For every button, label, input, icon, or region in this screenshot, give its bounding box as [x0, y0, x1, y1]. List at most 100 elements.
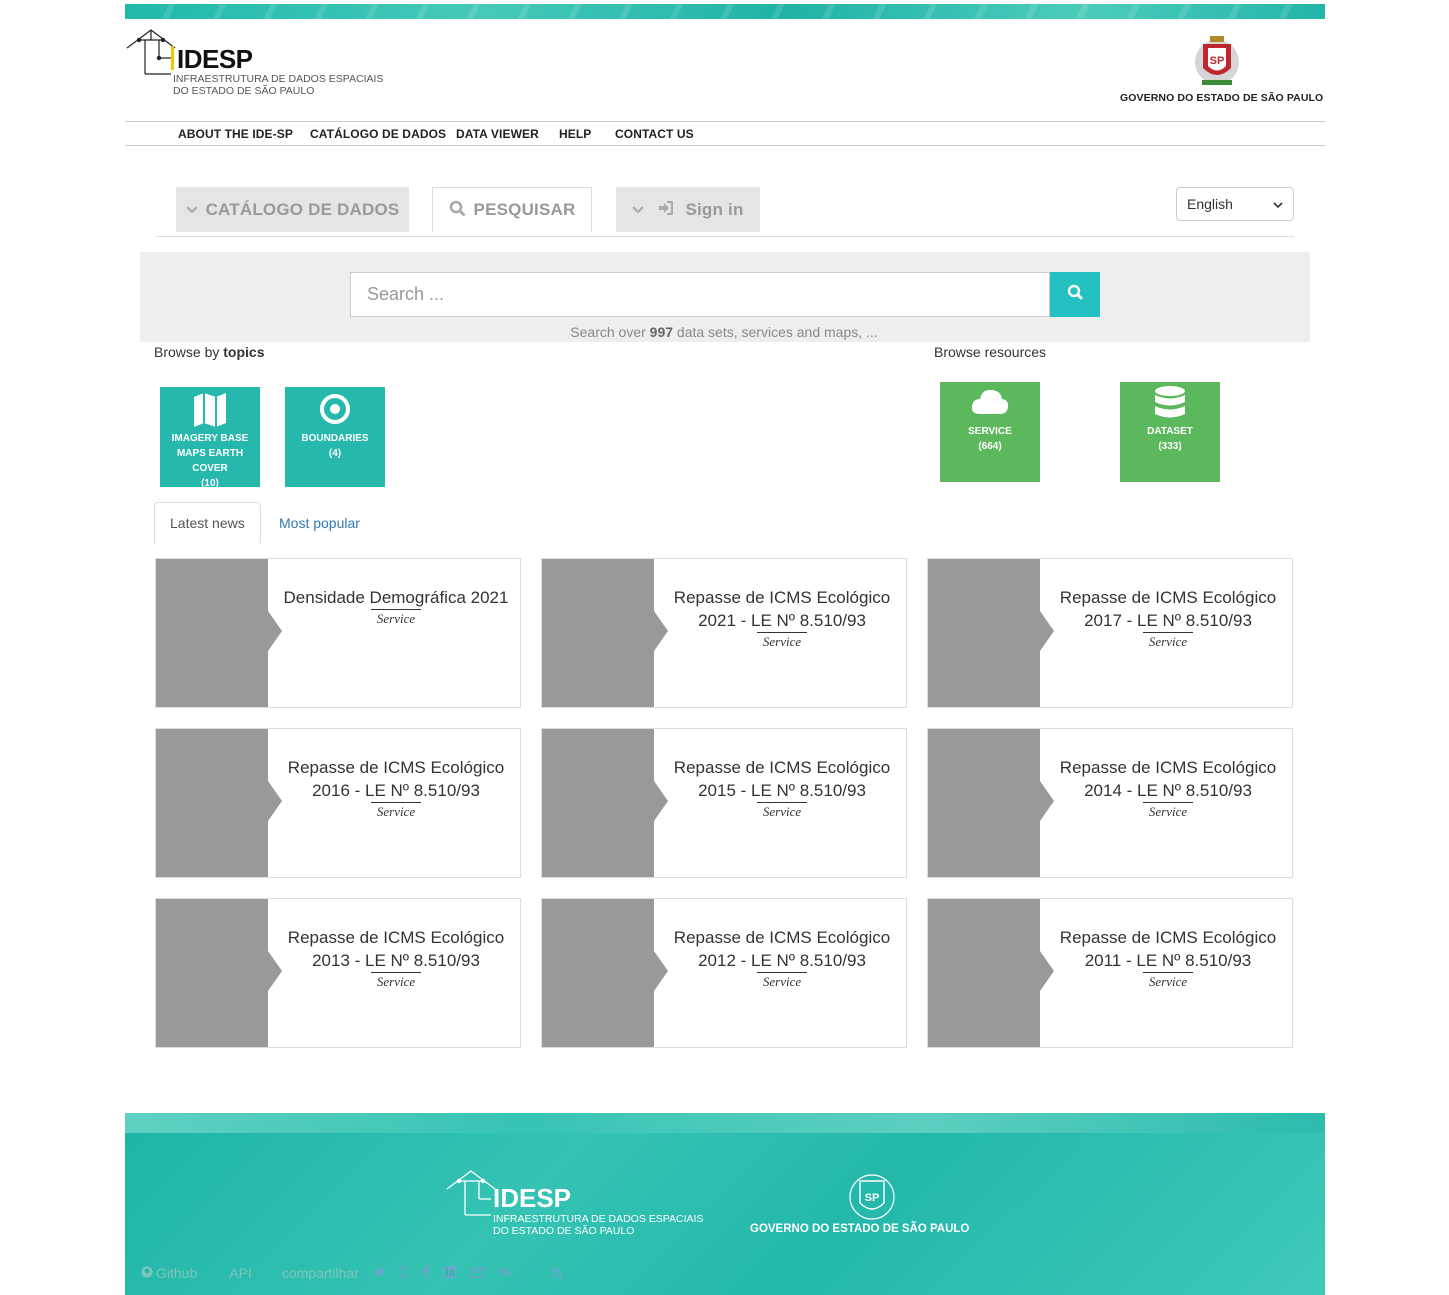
twitter-icon[interactable] [372, 1266, 386, 1281]
record-card[interactable]: Repasse de ICMS Ecológico 2012 - LE Nº 8… [541, 898, 907, 1048]
record-title[interactable]: Repasse de ICMS Ecológico 2016 - LE Nº 8… [281, 756, 511, 821]
footer-links: Github API compartilhar [141, 1265, 562, 1281]
record-type: Service [757, 632, 807, 651]
record-card[interactable]: Repasse de ICMS Ecológico 2013 - LE Nº 8… [155, 898, 521, 1048]
search-icon [449, 200, 466, 220]
browse-topics-bold: topics [223, 344, 265, 360]
record-title[interactable]: Repasse de ICMS Ecológico 2021 - LE Nº 8… [667, 586, 897, 651]
database-icon [1120, 386, 1220, 424]
record-card[interactable]: Densidade Demográfica 2021 Service [155, 558, 521, 708]
record-title-text: Repasse de ICMS Ecológico 2015 - LE Nº 8… [673, 758, 891, 800]
record-title[interactable]: Densidade Demográfica 2021 Service [281, 586, 511, 628]
record-card[interactable]: Repasse de ICMS Ecológico 2017 - LE Nº 8… [927, 558, 1293, 708]
governo-sp-logo[interactable]: SP GOVERNO DO ESTADO DE SÃO PAULO [1118, 34, 1323, 106]
sign-in-icon [658, 201, 674, 218]
nav-help[interactable]: HELP [559, 127, 591, 141]
footer-sp-seal-label: SP [865, 1192, 880, 1204]
footer-github-link[interactable]: Github [156, 1265, 197, 1281]
language-select[interactable]: English [1176, 187, 1294, 221]
topic-tile-imagery[interactable]: IMAGERY BASE MAPS EARTH COVER (10) [160, 387, 260, 489]
idesp-logo[interactable]: IDESP INFRAESTRUTURA DE DADOS ESPACIAIS … [125, 28, 385, 100]
record-title-text: Repasse de ICMS Ecológico 2021 - LE Nº 8… [673, 588, 891, 630]
catalog-toolbar: CATÁLOGO DE DADOS PESQUISAR Sign in Engl… [156, 186, 1294, 237]
chevron-down-icon [1273, 196, 1283, 212]
tab-most-popular[interactable]: Most popular [264, 502, 375, 544]
record-card[interactable]: Repasse de ICMS Ecológico 2011 - LE Nº 8… [927, 898, 1293, 1048]
resource-tile-dataset[interactable]: DATASET (333) [1120, 382, 1220, 482]
tab-latest-news[interactable]: Latest news [154, 502, 261, 544]
rss-icon[interactable] [550, 1266, 562, 1281]
search-hero: Search ... Search over 997 data sets, se… [140, 252, 1310, 342]
search-tab-button[interactable]: PESQUISAR [432, 187, 592, 232]
target-icon [285, 393, 385, 431]
topic-tile-imagery-label: IMAGERY BASE MAPS EARTH COVER [171, 433, 249, 474]
footer-idesp-logo[interactable]: IDESP INFRAESTRUTURA DE DADOS ESPACIAIS … [445, 1169, 703, 1239]
sign-in-button[interactable]: Sign in [616, 187, 760, 232]
topic-tile-boundaries-count: (4) [328, 448, 342, 459]
record-card[interactable]: Repasse de ICMS Ecológico 2014 - LE Nº 8… [927, 728, 1293, 878]
record-title-text: Repasse de ICMS Ecológico 2012 - LE Nº 8… [673, 928, 891, 970]
news-tabs: Latest news Most popular [154, 502, 1294, 544]
browse-topics-prefix: Browse by [154, 344, 224, 360]
search-submit-button[interactable] [1050, 272, 1100, 317]
sp-coat-of-arms-icon: SP [1195, 36, 1239, 85]
record-card[interactable]: Repasse de ICMS Ecológico 2015 - LE Nº 8… [541, 728, 907, 878]
topic-tile-boundaries-label: BOUNDARIES [301, 433, 369, 444]
record-title[interactable]: Repasse de ICMS Ecológico 2014 - LE Nº 8… [1053, 756, 1283, 821]
record-title-text: Repasse de ICMS Ecológico 2017 - LE Nº 8… [1059, 588, 1277, 630]
record-type: Service [757, 802, 807, 821]
footer-idesp-line2: DO ESTADO DE SÃO PAULO [493, 1225, 635, 1237]
chevron-down-icon [632, 202, 645, 218]
resource-tile-service-label: SERVICE [968, 426, 1012, 437]
record-type: Service [1143, 802, 1193, 821]
record-title[interactable]: Repasse de ICMS Ecológico 2017 - LE Nº 8… [1053, 586, 1283, 651]
record-title[interactable]: Repasse de ICMS Ecológico 2013 - LE Nº 8… [281, 926, 511, 991]
resource-tile-service-count: (664) [978, 441, 1002, 452]
search-caption-count: 997 [649, 324, 674, 340]
page: IDESP INFRAESTRUTURA DE DADOS ESPACIAIS … [125, 0, 1325, 1295]
record-thumbnail [542, 899, 668, 1047]
footer-governo-sp-logo[interactable]: SP GOVERNO DO ESTADO DE SÃO PAULO [750, 1173, 995, 1239]
search-input[interactable]: Search ... [350, 272, 1050, 317]
record-thumbnail [928, 729, 1054, 877]
footer-governo-sp-text: GOVERNO DO ESTADO DE SÃO PAULO [750, 1223, 970, 1235]
record-thumbnail [156, 729, 282, 877]
google-plus-icon[interactable] [400, 1265, 408, 1281]
footer-api-link[interactable]: API [229, 1265, 252, 1281]
record-title-text: Densidade Demográfica 2021 [283, 588, 509, 607]
record-thumbnail [156, 899, 282, 1047]
record-thumbnail [542, 729, 668, 877]
search-icon [1067, 284, 1084, 306]
record-title[interactable]: Repasse de ICMS Ecológico 2015 - LE Nº 8… [667, 756, 897, 821]
linkedin-icon[interactable] [443, 1265, 456, 1281]
resource-tile-dataset-count: (333) [1158, 441, 1182, 452]
language-select-value: English [1187, 196, 1233, 212]
map-icon [160, 393, 260, 431]
record-thumbnail [928, 899, 1054, 1047]
topic-tile-boundaries[interactable]: BOUNDARIES (4) [285, 387, 385, 487]
link-icon[interactable] [498, 1265, 511, 1281]
record-title[interactable]: Repasse de ICMS Ecológico 2011 - LE Nº 8… [1053, 926, 1283, 991]
record-type: Service [1143, 632, 1193, 651]
nav-contact[interactable]: CONTACT US [615, 127, 694, 141]
facebook-icon[interactable] [422, 1265, 430, 1281]
catalog-menu-button[interactable]: CATÁLOGO DE DADOS [176, 187, 409, 232]
nav-about[interactable]: ABOUT THE IDE-SP [178, 127, 293, 141]
top-banner-strip [125, 4, 1325, 19]
record-title[interactable]: Repasse de ICMS Ecológico 2012 - LE Nº 8… [667, 926, 897, 991]
record-thumbnail [156, 559, 282, 707]
record-type: Service [757, 972, 807, 991]
record-card[interactable]: Repasse de ICMS Ecológico 2021 - LE Nº 8… [541, 558, 907, 708]
record-title-text: Repasse de ICMS Ecológico 2013 - LE Nº 8… [287, 928, 505, 970]
nav-data-viewer[interactable]: DATA VIEWER [456, 127, 539, 141]
idesp-logo-line2: DO ESTADO DE SÃO PAULO [173, 85, 315, 97]
idesp-logo-name: IDESP [177, 44, 253, 74]
email-icon[interactable] [469, 1266, 484, 1281]
record-card[interactable]: Repasse de ICMS Ecológico 2016 - LE Nº 8… [155, 728, 521, 878]
record-title-text: Repasse de ICMS Ecológico 2016 - LE Nº 8… [287, 758, 505, 800]
footer: IDESP INFRAESTRUTURA DE DADOS ESPACIAIS … [125, 1113, 1325, 1295]
search-caption: Search over 997 data sets, services and … [140, 324, 1308, 340]
resource-tile-service[interactable]: SERVICE (664) [940, 382, 1040, 482]
footer-share-label: compartilhar [281, 1265, 359, 1281]
nav-catalogo[interactable]: CATÁLOGO DE DADOS [310, 127, 446, 141]
